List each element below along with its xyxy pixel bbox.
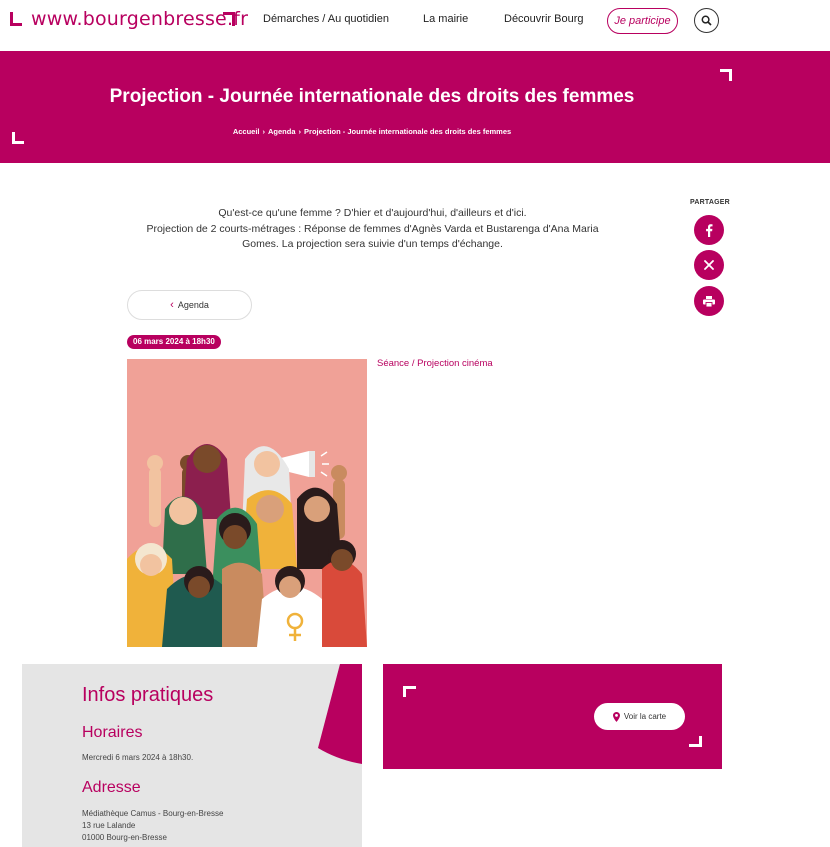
hours-text: Mercredi 6 mars 2024 à 18h30.: [82, 753, 194, 762]
page-banner: Projection - Journée internationale des …: [0, 51, 830, 163]
event-description: Qu'est-ce qu'une femme ? D'hier et d'auj…: [127, 206, 618, 253]
logo-corner-left: [10, 12, 22, 26]
top-bar: www.bourgenbresse.fr Démarches / Au quot…: [0, 0, 830, 50]
print-icon: [703, 295, 715, 307]
facebook-icon: [706, 223, 713, 237]
address-line: 01000 Bourg-en-Bresse: [82, 833, 167, 842]
address-line: 13 rue Lalande: [82, 821, 136, 830]
nav-demarches[interactable]: Démarches / Au quotidien: [263, 13, 389, 25]
map-pin-icon: [612, 711, 620, 722]
share-facebook-button[interactable]: [694, 215, 724, 245]
search-button[interactable]: [694, 8, 719, 33]
description-line: Gomes. La projection sera suivie d'un te…: [242, 238, 503, 250]
map-corner-top-left: [403, 686, 416, 697]
print-button[interactable]: [694, 286, 724, 316]
nav-mairie[interactable]: La mairie: [423, 13, 468, 25]
breadcrumb: Accueil › Agenda › Projection - Journée inte…: [0, 127, 744, 136]
description-line: Qu'est-ce qu'une femme ? D'hier et d'auj…: [218, 207, 527, 219]
back-label: Agenda: [177, 300, 209, 310]
description-line: Projection de 2 courts-métrages : Répons…: [146, 222, 599, 235]
view-map-label: Voir la carte: [623, 712, 667, 721]
hours-heading: Horaires: [82, 724, 143, 741]
breadcrumb-current: Projection - Journée internationale des …: [304, 127, 512, 136]
logo-corner-right: [223, 12, 235, 26]
breadcrumb-chevron-icon: ›: [262, 127, 266, 136]
panel-decoration: [318, 664, 362, 764]
chevron-left-icon: ‹: [170, 299, 174, 311]
practical-info-panel: Infos pratiques Horaires Mercredi 6 mars…: [22, 664, 362, 847]
banner-corner-top-right: [720, 69, 732, 81]
breadcrumb-home[interactable]: Accueil: [233, 127, 260, 136]
search-icon: [701, 15, 712, 26]
address-text: Médiathèque Camus - Bourg-en-Bresse 13 r…: [82, 808, 223, 844]
je-participe-button[interactable]: Je participe: [607, 8, 678, 34]
breadcrumb-chevron-icon: ›: [298, 127, 302, 136]
info-title: Infos pratiques: [82, 684, 214, 706]
x-icon: [704, 260, 714, 270]
back-to-agenda-button[interactable]: ‹ Agenda: [127, 290, 252, 320]
share-x-button[interactable]: [694, 250, 724, 280]
nav-decouvrir[interactable]: Découvrir Bourg: [504, 13, 583, 25]
event-category: Séance / Projection cinéma: [377, 358, 493, 369]
map-corner-bottom-right: [689, 736, 702, 747]
page-title: Projection - Journée internationale des …: [109, 86, 635, 107]
share-label: PARTAGER: [690, 199, 730, 206]
date-badge: 06 mars 2024 à 18h30: [127, 335, 221, 349]
view-map-button[interactable]: Voir la carte: [594, 703, 685, 730]
breadcrumb-agenda[interactable]: Agenda: [268, 127, 296, 136]
logo-text: www.bourgenbresse.fr: [31, 8, 249, 30]
event-illustration: [127, 359, 367, 647]
address-line: Médiathèque Camus - Bourg-en-Bresse: [82, 809, 224, 818]
map-panel: Voir la carte: [383, 664, 722, 769]
address-heading: Adresse: [82, 779, 141, 796]
